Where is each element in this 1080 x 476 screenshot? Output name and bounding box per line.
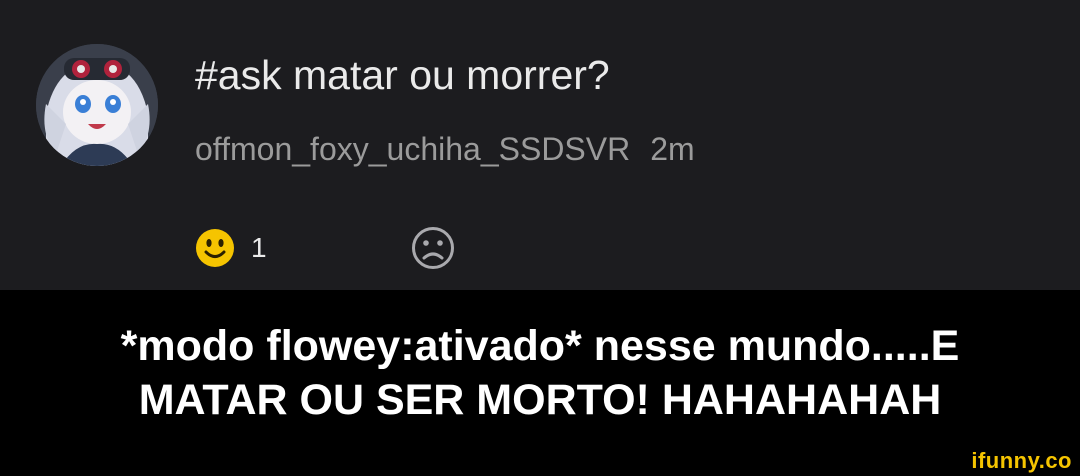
post-title: #ask matar ou morrer? bbox=[195, 52, 610, 98]
username[interactable]: offmon_foxy_uchiha_SSDSVR bbox=[195, 131, 630, 167]
frown-reaction-button[interactable] bbox=[411, 226, 455, 275]
smile-reaction-button[interactable]: 1 bbox=[195, 228, 267, 268]
ifunny-watermark: ifunny.co bbox=[971, 448, 1072, 473]
caption-line-2: MATAR OU SER MORTO! HAHAHAHAH bbox=[138, 376, 942, 424]
post-time: 2m bbox=[650, 131, 695, 167]
avatar[interactable] bbox=[36, 44, 158, 166]
frown-icon bbox=[412, 227, 454, 269]
meme-caption: *modo flowey:ativado* nesse mundo.....E … bbox=[0, 290, 1080, 456]
avatar-image bbox=[36, 44, 158, 166]
smile-reaction-count: 1 bbox=[251, 232, 267, 263]
smile-emoji-icon bbox=[196, 229, 234, 267]
caption-line-1: *modo flowey:ativado* nesse mundo.....E bbox=[120, 322, 960, 370]
post-meta: offmon_foxy_uchiha_SSDSVR 2m bbox=[195, 131, 695, 168]
post-card: #ask matar ou morrer? offmon_foxy_uchiha… bbox=[0, 0, 1080, 290]
